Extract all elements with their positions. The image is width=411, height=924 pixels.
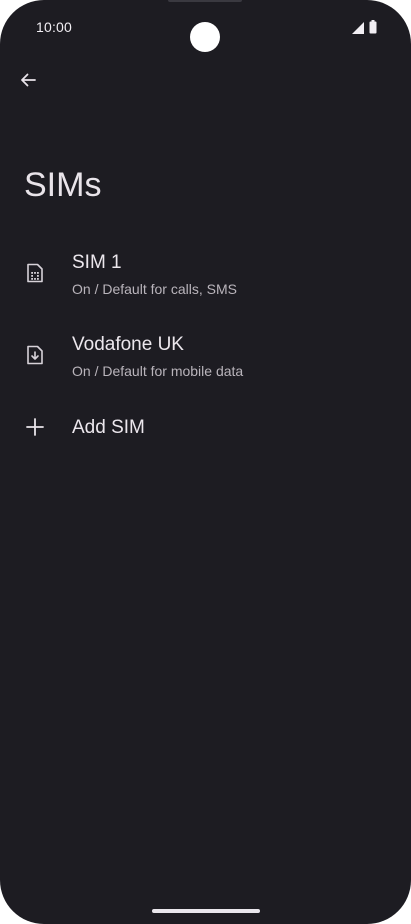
status-bar: 10:00 — [0, 0, 411, 52]
sim-status: On / Default for calls, SMS — [72, 281, 237, 297]
status-time: 10:00 — [36, 19, 73, 35]
front-camera — [190, 22, 220, 52]
arrow-back-icon — [19, 71, 37, 94]
sim-name: Vodafone UK — [72, 334, 184, 355]
back-button[interactable] — [12, 66, 44, 98]
sim-status: On / Default for mobile data — [72, 363, 244, 379]
sim-row-sim-1[interactable]: SIM 1 On / Default for calls, SMS — [0, 242, 411, 324]
esim-download-icon — [24, 344, 46, 366]
phone-screen: 10:00 SIMs SIM 1 On / Default for calls,… — [0, 0, 411, 924]
signal-icon — [352, 21, 364, 39]
add-sim-label: Add SIM — [72, 417, 145, 438]
plus-icon — [24, 416, 46, 438]
sim-row-vodafone-uk[interactable]: Vodafone UK On / Default for mobile data — [0, 324, 411, 406]
sim-list: SIM 1 On / Default for calls, SMS Vodafo… — [0, 242, 411, 406]
status-icons — [352, 20, 377, 39]
battery-icon — [369, 20, 377, 39]
home-indicator[interactable] — [152, 909, 260, 913]
page-title: SIMs — [24, 166, 102, 204]
sim-name: SIM 1 — [72, 252, 122, 273]
add-sim-button[interactable]: Add SIM — [0, 406, 411, 450]
sim-card-icon — [24, 262, 46, 284]
